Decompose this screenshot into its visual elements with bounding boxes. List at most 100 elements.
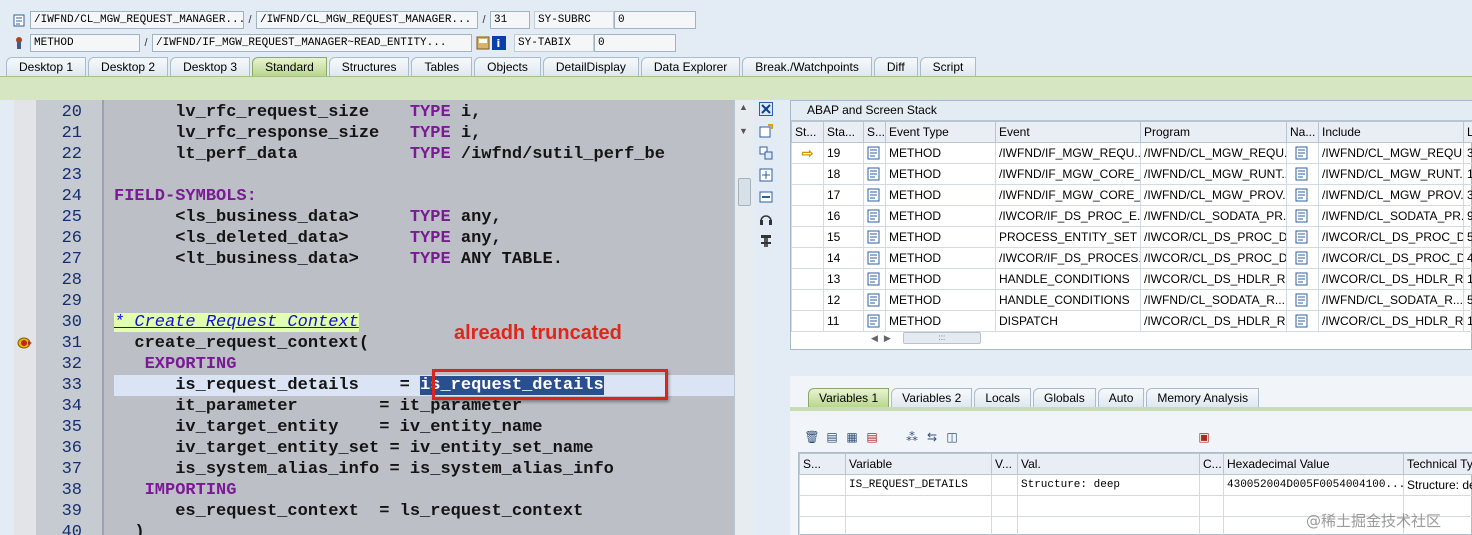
- tab-desktop-1[interactable]: Desktop 1: [6, 57, 87, 76]
- stack-navigate-icon[interactable]: [1286, 289, 1319, 311]
- stack-column-header[interactable]: Program: [1140, 121, 1287, 143]
- tab-tables[interactable]: Tables: [411, 57, 473, 76]
- scroll-right-icon[interactable]: ▶: [884, 333, 891, 344]
- services-icon[interactable]: [756, 232, 776, 250]
- code-line[interactable]: 38 IMPORTING: [14, 480, 734, 501]
- empty-cell[interactable]: [1199, 495, 1224, 517]
- tab-memory-analysis[interactable]: Memory Analysis: [1146, 388, 1260, 407]
- variables-column-header[interactable]: Val.: [1017, 453, 1200, 475]
- code-line[interactable]: 28: [14, 270, 734, 291]
- empty-cell[interactable]: [991, 495, 1018, 517]
- stack-column-header[interactable]: S...: [863, 121, 886, 143]
- empty-cell[interactable]: [845, 495, 992, 517]
- line-number-field[interactable]: 31: [490, 11, 530, 29]
- info-icon[interactable]: i: [492, 36, 506, 50]
- code-line[interactable]: 30 * Create Request Context: [14, 312, 734, 333]
- stack-source-icon[interactable]: [863, 226, 886, 248]
- code-line[interactable]: 36 iv_target_entity_set = iv_entity_set_…: [14, 438, 734, 459]
- swap-tool-icon[interactable]: [756, 144, 776, 162]
- stack-navigate-icon[interactable]: [1286, 142, 1319, 164]
- code-line[interactable]: 23: [14, 165, 734, 186]
- variables-column-header[interactable]: S...: [799, 453, 846, 475]
- scroll-thumb[interactable]: :::: [902, 332, 981, 344]
- stack-column-header[interactable]: Event: [995, 121, 1141, 143]
- stack-navigate-icon[interactable]: [1286, 226, 1319, 248]
- stack-row[interactable]: 17 METHOD/IWFND/IF_MGW_CORE_.../IWFND/CL_…: [791, 184, 1472, 206]
- stack-row[interactable]: 16 METHOD/IWCOR/IF_DS_PROC_E.../IWFND/CL_…: [791, 205, 1472, 227]
- variables-column-header[interactable]: Hexadecimal Value: [1223, 453, 1404, 475]
- program-field[interactable]: /IWFND/CL_MGW_REQUEST_MANAGER...: [30, 11, 244, 29]
- stack-source-icon[interactable]: [863, 184, 886, 206]
- code-line[interactable]: 22 lt_perf_data TYPE /iwfnd/sutil_perf_b…: [14, 144, 734, 165]
- hierarchy-icon[interactable]: ⁂: [902, 430, 922, 446]
- headset-icon[interactable]: [756, 210, 776, 228]
- code-line[interactable]: 40 ): [14, 522, 734, 535]
- code-line[interactable]: 25 <ls_business_data> TYPE any,: [14, 207, 734, 228]
- object-icon[interactable]: ◫: [942, 430, 962, 446]
- stack-navigate-icon[interactable]: [1286, 205, 1319, 227]
- display-source-icon[interactable]: [476, 36, 490, 50]
- stack-column-header[interactable]: Sta...: [823, 121, 864, 143]
- close-icon[interactable]: [756, 100, 776, 118]
- empty-cell[interactable]: [1017, 516, 1200, 535]
- fullscreen-icon[interactable]: [756, 166, 776, 184]
- stack-navigate-icon[interactable]: [1286, 184, 1319, 206]
- stack-row[interactable]: ⇨ 19 METHOD/IWFND/IF_MGW_REQU.../IWFND/CL_…: [791, 142, 1472, 164]
- stack-row[interactable]: 12 METHOD HANDLE_CONDITIONS/IWFND/CL_SODAT…: [791, 289, 1472, 311]
- tab-variables-1[interactable]: Variables 1: [808, 388, 890, 407]
- variables-column-header[interactable]: Variable: [845, 453, 992, 475]
- empty-cell[interactable]: [1017, 495, 1200, 517]
- editor-scrollbar[interactable]: ▲ ▼: [734, 100, 754, 535]
- stack-row[interactable]: 15 METHOD PROCESS_ENTITY_SET/IWCOR/CL_DS_P…: [791, 226, 1472, 248]
- list-red-icon[interactable]: ▤: [862, 430, 882, 446]
- empty-cell[interactable]: [991, 516, 1018, 535]
- tab-break-watchpoints[interactable]: Break./Watchpoints: [742, 57, 872, 76]
- code-line[interactable]: 31 create_request_context(: [14, 333, 734, 354]
- delete-icon[interactable]: 🗑: [802, 430, 822, 446]
- include-field[interactable]: /IWFND/CL_MGW_REQUEST_MANAGER...: [256, 11, 478, 29]
- empty-cell[interactable]: [845, 516, 992, 535]
- save-icon[interactable]: ▣: [1194, 430, 1214, 446]
- maximize-icon[interactable]: [756, 188, 776, 206]
- new-tool-icon[interactable]: [756, 122, 776, 140]
- stack-row[interactable]: 14 METHOD/IWCOR/IF_DS_PROCES.../IWCOR/CL_…: [791, 247, 1472, 269]
- stack-navigate-icon[interactable]: [1286, 247, 1319, 269]
- tab-locals[interactable]: Locals: [974, 388, 1031, 407]
- code-line[interactable]: 27 <lt_business_data> TYPE ANY TABLE.: [14, 249, 734, 270]
- code-line[interactable]: 37 is_system_alias_info = is_system_alia…: [14, 459, 734, 480]
- source-code-editor[interactable]: 20 lv_rfc_request_size TYPE i, 21 lv_rfc_…: [14, 100, 734, 535]
- stack-source-icon[interactable]: [863, 268, 886, 290]
- stack-source-icon[interactable]: [863, 163, 886, 185]
- stack-source-icon[interactable]: [863, 142, 886, 164]
- scroll-down-icon[interactable]: ▼: [739, 126, 748, 136]
- scroll-thumb[interactable]: [738, 178, 751, 206]
- event-type-field[interactable]: METHOD: [30, 34, 140, 52]
- navigate-icon[interactable]: ⇆: [922, 430, 942, 446]
- tab-desktop-3[interactable]: Desktop 3: [170, 57, 251, 76]
- scroll-left-icon[interactable]: ◀: [871, 333, 878, 344]
- stack-row[interactable]: 11 METHOD DISPATCH/IWCOR/CL_DS_HDLR_R... /I…: [791, 310, 1472, 332]
- empty-cell[interactable]: [799, 495, 846, 517]
- tab-structures[interactable]: Structures: [328, 57, 410, 76]
- current-statement-icon[interactable]: [17, 336, 33, 350]
- variables-column-header[interactable]: V...: [991, 453, 1018, 475]
- stack-row[interactable]: 13 METHOD HANDLE_CONDITIONS/IWCOR/CL_DS_HD…: [791, 268, 1472, 290]
- tab-standard[interactable]: Standard: [252, 57, 327, 76]
- sy-subrc-value[interactable]: 0: [614, 11, 696, 29]
- sy-tabix-value[interactable]: 0: [594, 34, 676, 52]
- code-line[interactable]: 29: [14, 291, 734, 312]
- stack-horizontal-scrollbar[interactable]: ◀ ▶ :::: [871, 331, 1071, 345]
- empty-cell[interactable]: [1199, 516, 1224, 535]
- stack-column-header[interactable]: Event Type: [885, 121, 996, 143]
- stack-source-icon[interactable]: [863, 289, 886, 311]
- tab-auto[interactable]: Auto: [1097, 388, 1145, 407]
- variables-column-header[interactable]: C...: [1199, 453, 1224, 475]
- code-line[interactable]: 24 FIELD-SYMBOLS:: [14, 186, 734, 207]
- stack-column-header[interactable]: Na...: [1286, 121, 1319, 143]
- variable-value[interactable]: Structure: deep: [1017, 474, 1200, 496]
- stack-navigate-icon[interactable]: [1286, 310, 1319, 332]
- stack-column-header[interactable]: Include: [1318, 121, 1464, 143]
- tab-diff[interactable]: Diff: [873, 57, 918, 76]
- variables-column-header[interactable]: Technical Ty: [1403, 453, 1472, 475]
- stack-source-icon[interactable]: [863, 310, 886, 332]
